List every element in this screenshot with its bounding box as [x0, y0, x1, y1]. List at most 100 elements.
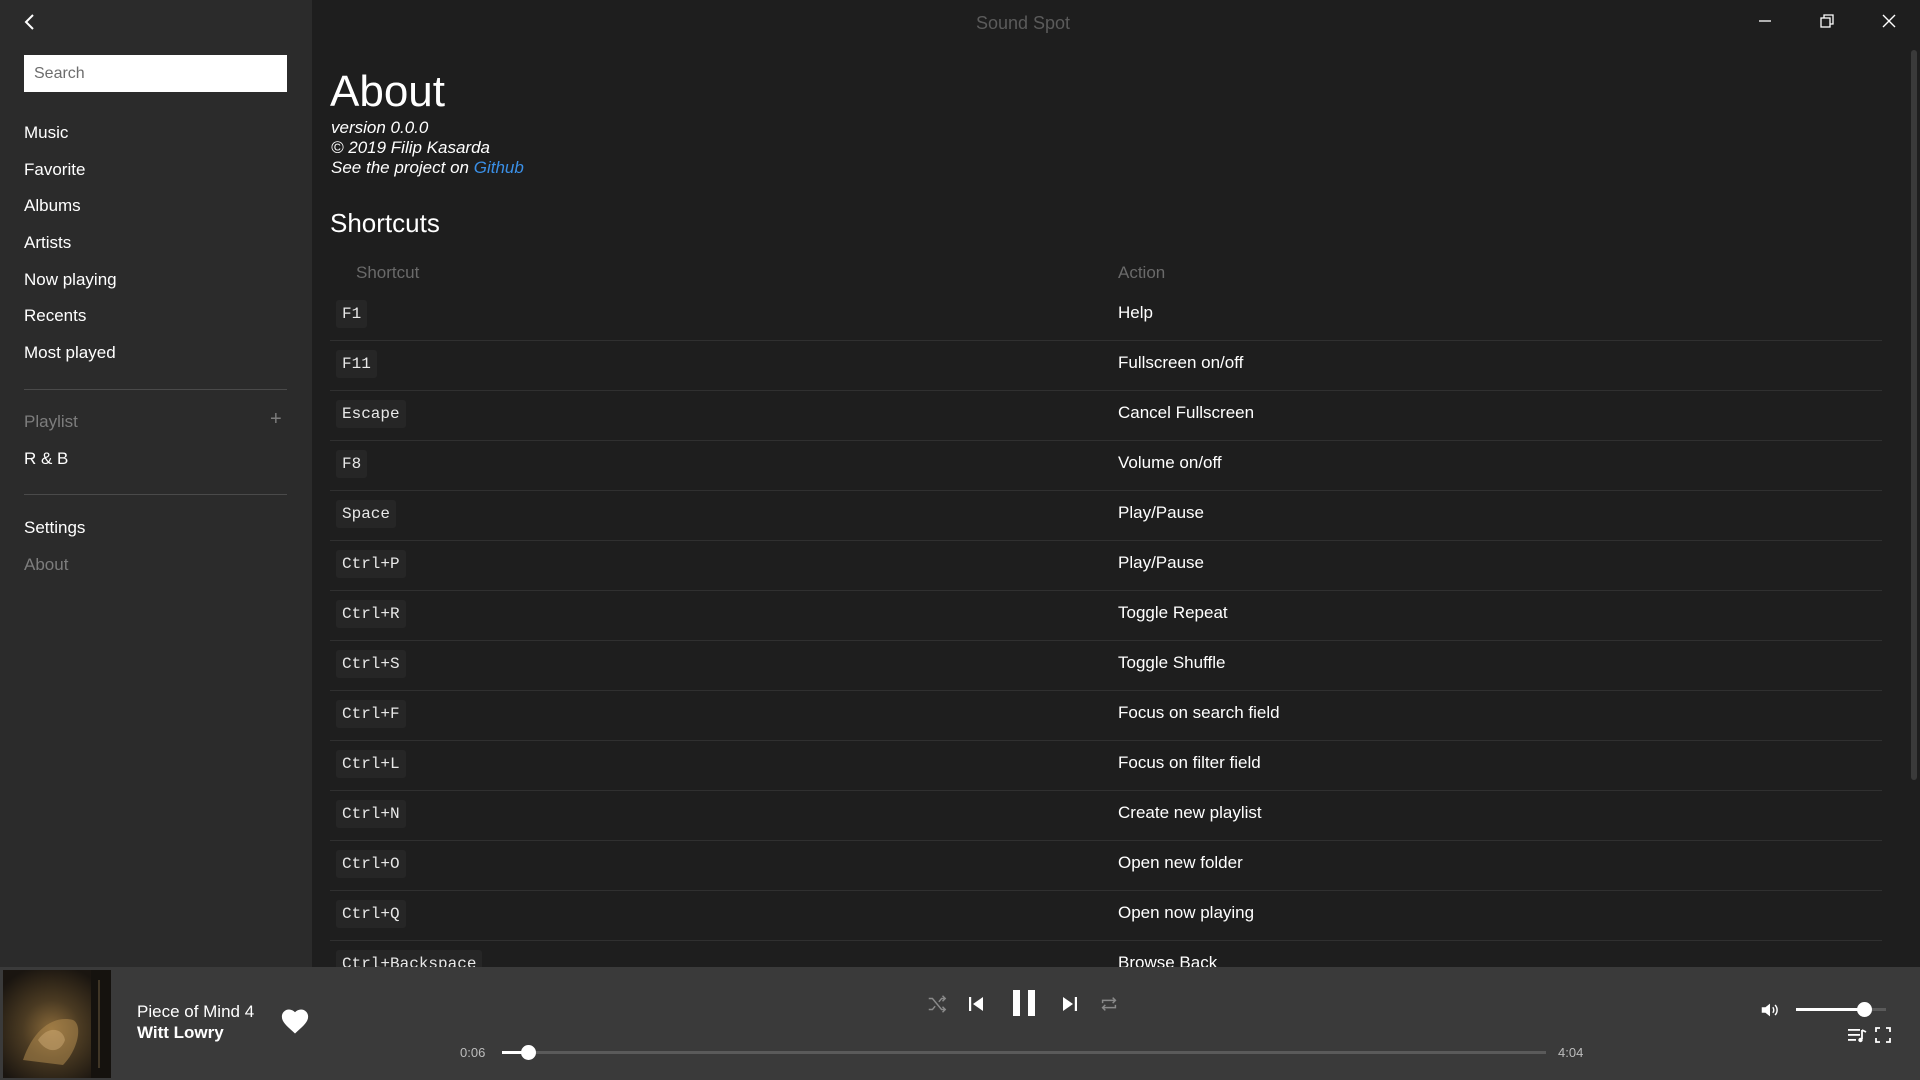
table-row: Ctrl+L Focus on filter field — [330, 741, 1882, 791]
table-row: Ctrl+Q Open now playing — [330, 891, 1882, 941]
shortcut-key: F8 — [336, 450, 368, 478]
sidebar-item-most-played[interactable]: Most played — [24, 343, 116, 363]
table-row: F8 Volume on/off — [330, 441, 1882, 491]
track-title[interactable]: Piece of Mind 4 — [137, 1002, 254, 1022]
shortcut-key: Space — [336, 500, 397, 528]
table-row: Escape Cancel Fullscreen — [330, 391, 1882, 441]
shortcut-action: Cancel Fullscreen — [1118, 403, 1255, 422]
sidebar: Music Favorite Albums Artists Now playin… — [0, 0, 312, 967]
shortcut-key: Ctrl+R — [336, 600, 406, 628]
table-row: Ctrl+O Open new folder — [330, 841, 1882, 891]
album-cover-art — [3, 970, 111, 1078]
sidebar-divider — [24, 389, 287, 390]
shortcut-action: Help — [1118, 303, 1153, 322]
table-row: F1 Help — [330, 291, 1882, 341]
shortcut-action: Focus on search field — [1118, 703, 1280, 722]
volume-button[interactable] — [1755, 995, 1785, 1025]
shortcut-key: Ctrl+Backspace — [336, 950, 483, 967]
github-link[interactable]: Github — [474, 158, 524, 177]
shortcut-action: Focus on filter field — [1118, 753, 1261, 772]
sidebar-item-albums[interactable]: Albums — [24, 196, 81, 216]
album-cover[interactable] — [3, 970, 111, 1078]
pause-button[interactable] — [1006, 984, 1042, 1022]
shortcut-key: Ctrl+F — [336, 700, 406, 728]
fullscreen-icon — [1875, 1027, 1891, 1043]
sidebar-item-artists[interactable]: Artists — [24, 233, 71, 253]
volume-slider[interactable] — [1796, 1002, 1886, 1017]
pause-icon — [1013, 990, 1035, 1016]
track-artist[interactable]: Witt Lowry — [137, 1023, 224, 1043]
sidebar-item-recents[interactable]: Recents — [24, 306, 86, 326]
shortcut-key: Ctrl+S — [336, 650, 406, 678]
scrollbar-thumb[interactable] — [1911, 50, 1917, 780]
shortcut-action: Volume on/off — [1118, 453, 1222, 472]
sidebar-divider — [24, 494, 287, 495]
shortcut-action: Open new folder — [1118, 853, 1243, 872]
shortcut-action: Browse Back — [1118, 953, 1218, 967]
sidebar-item-music[interactable]: Music — [24, 123, 68, 143]
chevron-left-icon — [24, 14, 34, 30]
volume-slider-thumb[interactable] — [1856, 1002, 1872, 1017]
main-content: About version 0.0.0 © 2019 Filip Kasarda… — [312, 0, 1908, 967]
project-line: See the project on Github — [331, 158, 524, 178]
shortcut-action: Open now playing — [1118, 903, 1255, 922]
shortcut-key: F11 — [336, 350, 377, 378]
shuffle-button[interactable] — [922, 989, 952, 1019]
table-row: Ctrl+N Create new playlist — [330, 791, 1882, 841]
skip-previous-icon — [969, 997, 983, 1011]
sidebar-item-playlist-rnb[interactable]: R & B — [24, 449, 68, 469]
project-prefix-text: See the project on — [331, 158, 474, 177]
heart-icon — [281, 1009, 309, 1034]
shortcut-key: Ctrl+N — [336, 800, 406, 828]
shortcut-action: Fullscreen on/off — [1118, 353, 1244, 372]
shortcut-key: F1 — [336, 300, 368, 328]
version-text: version 0.0.0 — [331, 118, 429, 137]
sidebar-item-now-playing[interactable]: Now playing — [24, 270, 117, 290]
queue-icon — [1848, 1029, 1867, 1043]
previous-button[interactable] — [961, 989, 991, 1019]
table-row: F11 Fullscreen on/off — [330, 341, 1882, 391]
player-bar: Piece of Mind 4 Witt Lowry 0:06 4:04 — [0, 967, 1920, 1080]
shortcut-key: Ctrl+P — [336, 550, 406, 578]
sidebar-item-settings[interactable]: Settings — [24, 518, 85, 538]
table-row: Space Play/Pause — [330, 491, 1882, 541]
playlist-section-label: Playlist — [24, 412, 78, 431]
seek-bar[interactable] — [502, 1045, 1546, 1060]
table-row: Ctrl+P Play/Pause — [330, 541, 1882, 591]
shortcut-key: Ctrl+Q — [336, 900, 406, 928]
shortcuts-table-header: Shortcut Action — [330, 263, 1882, 287]
shortcuts-heading: Shortcuts — [330, 208, 440, 238]
volume-slider-fill — [1796, 1008, 1864, 1011]
volume-icon — [1761, 1003, 1778, 1017]
total-time: 4:04 — [1558, 1045, 1584, 1060]
shortcut-action: Toggle Repeat — [1118, 603, 1228, 622]
fullscreen-button[interactable] — [1870, 1022, 1896, 1048]
back-button[interactable] — [14, 6, 46, 38]
shortcut-key: Escape — [336, 400, 406, 428]
seek-bar-thumb[interactable] — [521, 1045, 537, 1060]
page-title: About — [330, 67, 445, 116]
search-input[interactable] — [24, 55, 287, 92]
add-playlist-button[interactable]: + — [270, 409, 282, 429]
favorite-button[interactable] — [280, 1007, 310, 1040]
skip-next-icon — [1063, 997, 1077, 1011]
elapsed-time: 0:06 — [460, 1045, 486, 1060]
shortcut-key: Ctrl+L — [336, 750, 406, 778]
table-row: Ctrl+Backspace Browse Back — [330, 941, 1882, 967]
copyright-text: © 2019 Filip Kasarda — [331, 138, 491, 157]
sidebar-item-about[interactable]: About — [24, 555, 68, 575]
sidebar-item-favorite[interactable]: Favorite — [24, 160, 85, 180]
table-row: Ctrl+F Focus on search field — [330, 691, 1882, 741]
column-header-shortcut: Shortcut — [356, 263, 420, 282]
shuffle-icon — [928, 995, 947, 1013]
table-row: Ctrl+S Toggle Shuffle — [330, 641, 1882, 691]
shortcut-action: Play/Pause — [1118, 553, 1204, 572]
shortcut-action: Play/Pause — [1118, 503, 1204, 522]
repeat-button[interactable] — [1094, 989, 1124, 1019]
shortcut-action: Create new playlist — [1118, 803, 1262, 822]
table-row: Ctrl+R Toggle Repeat — [330, 591, 1882, 641]
next-button[interactable] — [1055, 989, 1085, 1019]
shortcut-key: Ctrl+O — [336, 850, 406, 878]
repeat-icon — [1101, 997, 1117, 1011]
queue-button[interactable] — [1844, 1022, 1870, 1048]
